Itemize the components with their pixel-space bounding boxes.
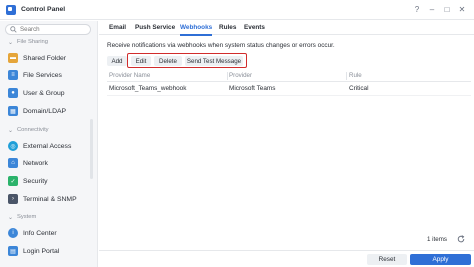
folder-icon: ▬ — [8, 53, 18, 63]
login-portal-icon: ▤ — [8, 246, 18, 256]
section-label: System — [17, 214, 37, 220]
sidebar-item-label: Network — [23, 159, 48, 167]
minimize-icon[interactable]: – — [426, 4, 438, 16]
help-icon[interactable]: ? — [411, 4, 423, 16]
refresh-icon[interactable] — [455, 233, 466, 244]
network-icon: ⌂ — [8, 158, 18, 168]
close-icon[interactable]: ✕ — [456, 4, 468, 16]
sidebar-item-label: Info Center — [23, 229, 57, 237]
sidebar: ⌄ File Sharing ▬ Shared Folder ≡ File Se… — [0, 21, 98, 267]
cell-rule: Critical — [349, 85, 369, 92]
webhooks-description: Receive notifications via webhooks when … — [107, 42, 335, 49]
shield-icon: ✓ — [8, 176, 18, 186]
sidebar-item-login-portal[interactable]: ▤ Login Portal — [0, 243, 98, 259]
add-button[interactable]: Add — [107, 56, 127, 66]
sidebar-item-external-access[interactable]: ◎ External Access — [0, 138, 98, 154]
section-label: Connectivity — [17, 127, 49, 133]
globe-icon: ◎ — [8, 141, 18, 151]
tab-rules[interactable]: Rules — [219, 24, 236, 34]
sidebar-item-label: User & Group — [23, 89, 65, 97]
chevron-down-icon: ⌄ — [8, 127, 14, 134]
sidebar-item-shared-folder[interactable]: ▬ Shared Folder — [0, 50, 98, 66]
sidebar-item-label: File Services — [23, 71, 62, 79]
sidebar-scrollbar[interactable] — [90, 119, 93, 179]
file-services-icon: ≡ — [8, 70, 18, 80]
maximize-icon[interactable]: □ — [441, 4, 453, 16]
tab-bar: Email Push Service Webhooks Rules Events — [99, 21, 474, 36]
column-header-rule[interactable]: Rule — [349, 72, 362, 79]
search-input[interactable] — [20, 26, 90, 33]
info-icon: i — [8, 228, 18, 238]
sidebar-item-info-center[interactable]: i Info Center — [0, 225, 98, 241]
table-header: Provider Name Provider Rule — [107, 70, 471, 82]
sidebar-item-label: Security — [23, 177, 48, 185]
sidebar-item-user-group[interactable]: ● User & Group — [0, 85, 98, 101]
column-header-provider-name[interactable]: Provider Name — [109, 72, 150, 79]
window-title: Control Panel — [21, 6, 66, 13]
main-panel: Email Push Service Webhooks Rules Events… — [99, 21, 474, 267]
sidebar-item-file-services[interactable]: ≡ File Services — [0, 67, 98, 83]
search-icon — [10, 26, 17, 33]
highlight-box — [127, 53, 247, 68]
section-system[interactable]: ⌄ System — [0, 212, 98, 222]
column-divider[interactable] — [227, 72, 228, 80]
column-header-provider[interactable]: Provider — [229, 72, 252, 79]
table-row[interactable]: Microsoft_Teams_webhook Microsoft Teams … — [107, 82, 471, 96]
domain-icon: ▦ — [8, 106, 18, 116]
tab-email[interactable]: Email — [109, 24, 126, 34]
item-count: 1 items — [427, 235, 447, 243]
tab-events[interactable]: Events — [244, 24, 265, 34]
sidebar-item-label: External Access — [23, 142, 72, 150]
sidebar-item-label: Domain/LDAP — [23, 107, 67, 115]
apply-button[interactable]: Apply — [410, 254, 471, 265]
sidebar-item-network[interactable]: ⌂ Network — [0, 155, 98, 171]
section-file-sharing[interactable]: ⌄ File Sharing — [0, 37, 98, 47]
sidebar-item-terminal-snmp[interactable]: › Terminal & SNMP — [0, 191, 98, 207]
window-controls: ? – □ ✕ — [411, 4, 468, 16]
tab-push-service[interactable]: Push Service — [135, 24, 175, 34]
chevron-down-icon: ⌄ — [8, 39, 14, 46]
section-connectivity[interactable]: ⌄ Connectivity — [0, 125, 98, 135]
tab-webhooks[interactable]: Webhooks — [180, 24, 212, 34]
footer-divider — [99, 250, 474, 251]
sidebar-item-label: Terminal & SNMP — [23, 195, 77, 203]
sidebar-item-label: Shared Folder — [23, 54, 67, 62]
title-bar: Control Panel ? – □ ✕ — [0, 0, 474, 20]
chevron-down-icon: ⌄ — [8, 214, 14, 221]
terminal-icon: › — [8, 194, 18, 204]
column-divider[interactable] — [346, 72, 347, 80]
reset-button[interactable]: Reset — [367, 254, 407, 265]
user-group-icon: ● — [8, 88, 18, 98]
sidebar-item-security[interactable]: ✓ Security — [0, 173, 98, 189]
cell-provider: Microsoft Teams — [229, 85, 276, 92]
control-panel-icon — [6, 4, 16, 15]
sidebar-item-domain-ldap[interactable]: ▦ Domain/LDAP — [0, 103, 98, 119]
cell-provider-name: Microsoft_Teams_webhook — [109, 85, 187, 92]
active-tab-indicator — [180, 34, 212, 36]
section-label: File Sharing — [17, 39, 48, 45]
sidebar-item-label: Login Portal — [23, 247, 60, 255]
search-box[interactable] — [5, 24, 91, 35]
